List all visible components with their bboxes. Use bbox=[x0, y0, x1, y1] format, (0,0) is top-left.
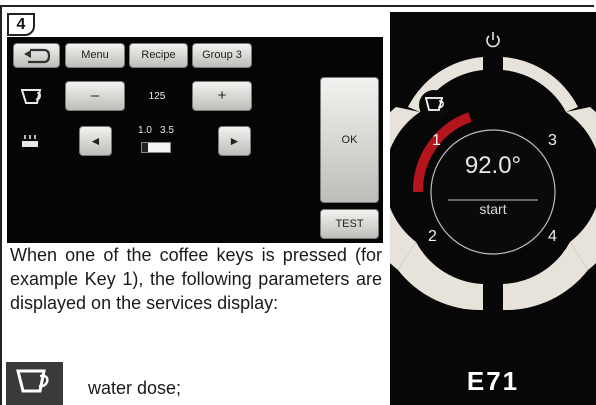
key-2[interactable]: 2 bbox=[428, 228, 437, 246]
decrease-button[interactable]: – bbox=[65, 81, 125, 111]
cup-icon bbox=[20, 89, 42, 104]
key-3[interactable]: 3 bbox=[548, 132, 557, 150]
menu-button[interactable]: Menu bbox=[65, 43, 125, 68]
start-button[interactable]: start bbox=[460, 201, 526, 217]
range-high-label: 3.5 bbox=[160, 125, 174, 136]
services-display-panel: Menu Recipe Group 3 – 125 + ◄ 1.0 3.5 ► … bbox=[7, 37, 383, 243]
range-low-label: 1.0 bbox=[138, 125, 152, 136]
key-1[interactable]: 1 bbox=[432, 132, 441, 150]
key-4[interactable]: 4 bbox=[548, 228, 557, 246]
dose-value: 125 bbox=[148, 91, 166, 102]
description-text: When one of the coffee keys is pressed (… bbox=[10, 245, 382, 313]
param-icon-box bbox=[6, 362, 63, 405]
cup-icon bbox=[16, 369, 49, 393]
back-button[interactable] bbox=[13, 43, 60, 68]
power-icon bbox=[486, 32, 500, 48]
back-arrow-icon bbox=[24, 48, 51, 64]
range-bar-fill bbox=[142, 143, 148, 152]
frame-left-border bbox=[0, 5, 2, 405]
frame-top-border bbox=[0, 5, 594, 7]
right-arrow-button[interactable]: ► bbox=[218, 126, 251, 156]
group-button[interactable]: Group 3 bbox=[192, 43, 252, 68]
recipe-button[interactable]: Recipe bbox=[129, 43, 188, 68]
cup-icon bbox=[419, 90, 449, 120]
test-button[interactable]: TEST bbox=[320, 209, 379, 239]
model-logo: E71 bbox=[466, 366, 520, 396]
step-number: 4 bbox=[7, 13, 35, 36]
machine-display: 92.0° start 1 3 2 4 E71 bbox=[390, 12, 596, 405]
range-bar bbox=[141, 142, 171, 153]
temperature-value: 92.0° bbox=[464, 152, 522, 179]
temperature-circle bbox=[430, 129, 556, 255]
left-arrow-button[interactable]: ◄ bbox=[79, 126, 112, 156]
ok-button[interactable]: OK bbox=[320, 77, 379, 203]
increase-button[interactable]: + bbox=[192, 81, 252, 111]
param-description: water dose; bbox=[88, 378, 182, 398]
heater-icon bbox=[22, 135, 38, 147]
